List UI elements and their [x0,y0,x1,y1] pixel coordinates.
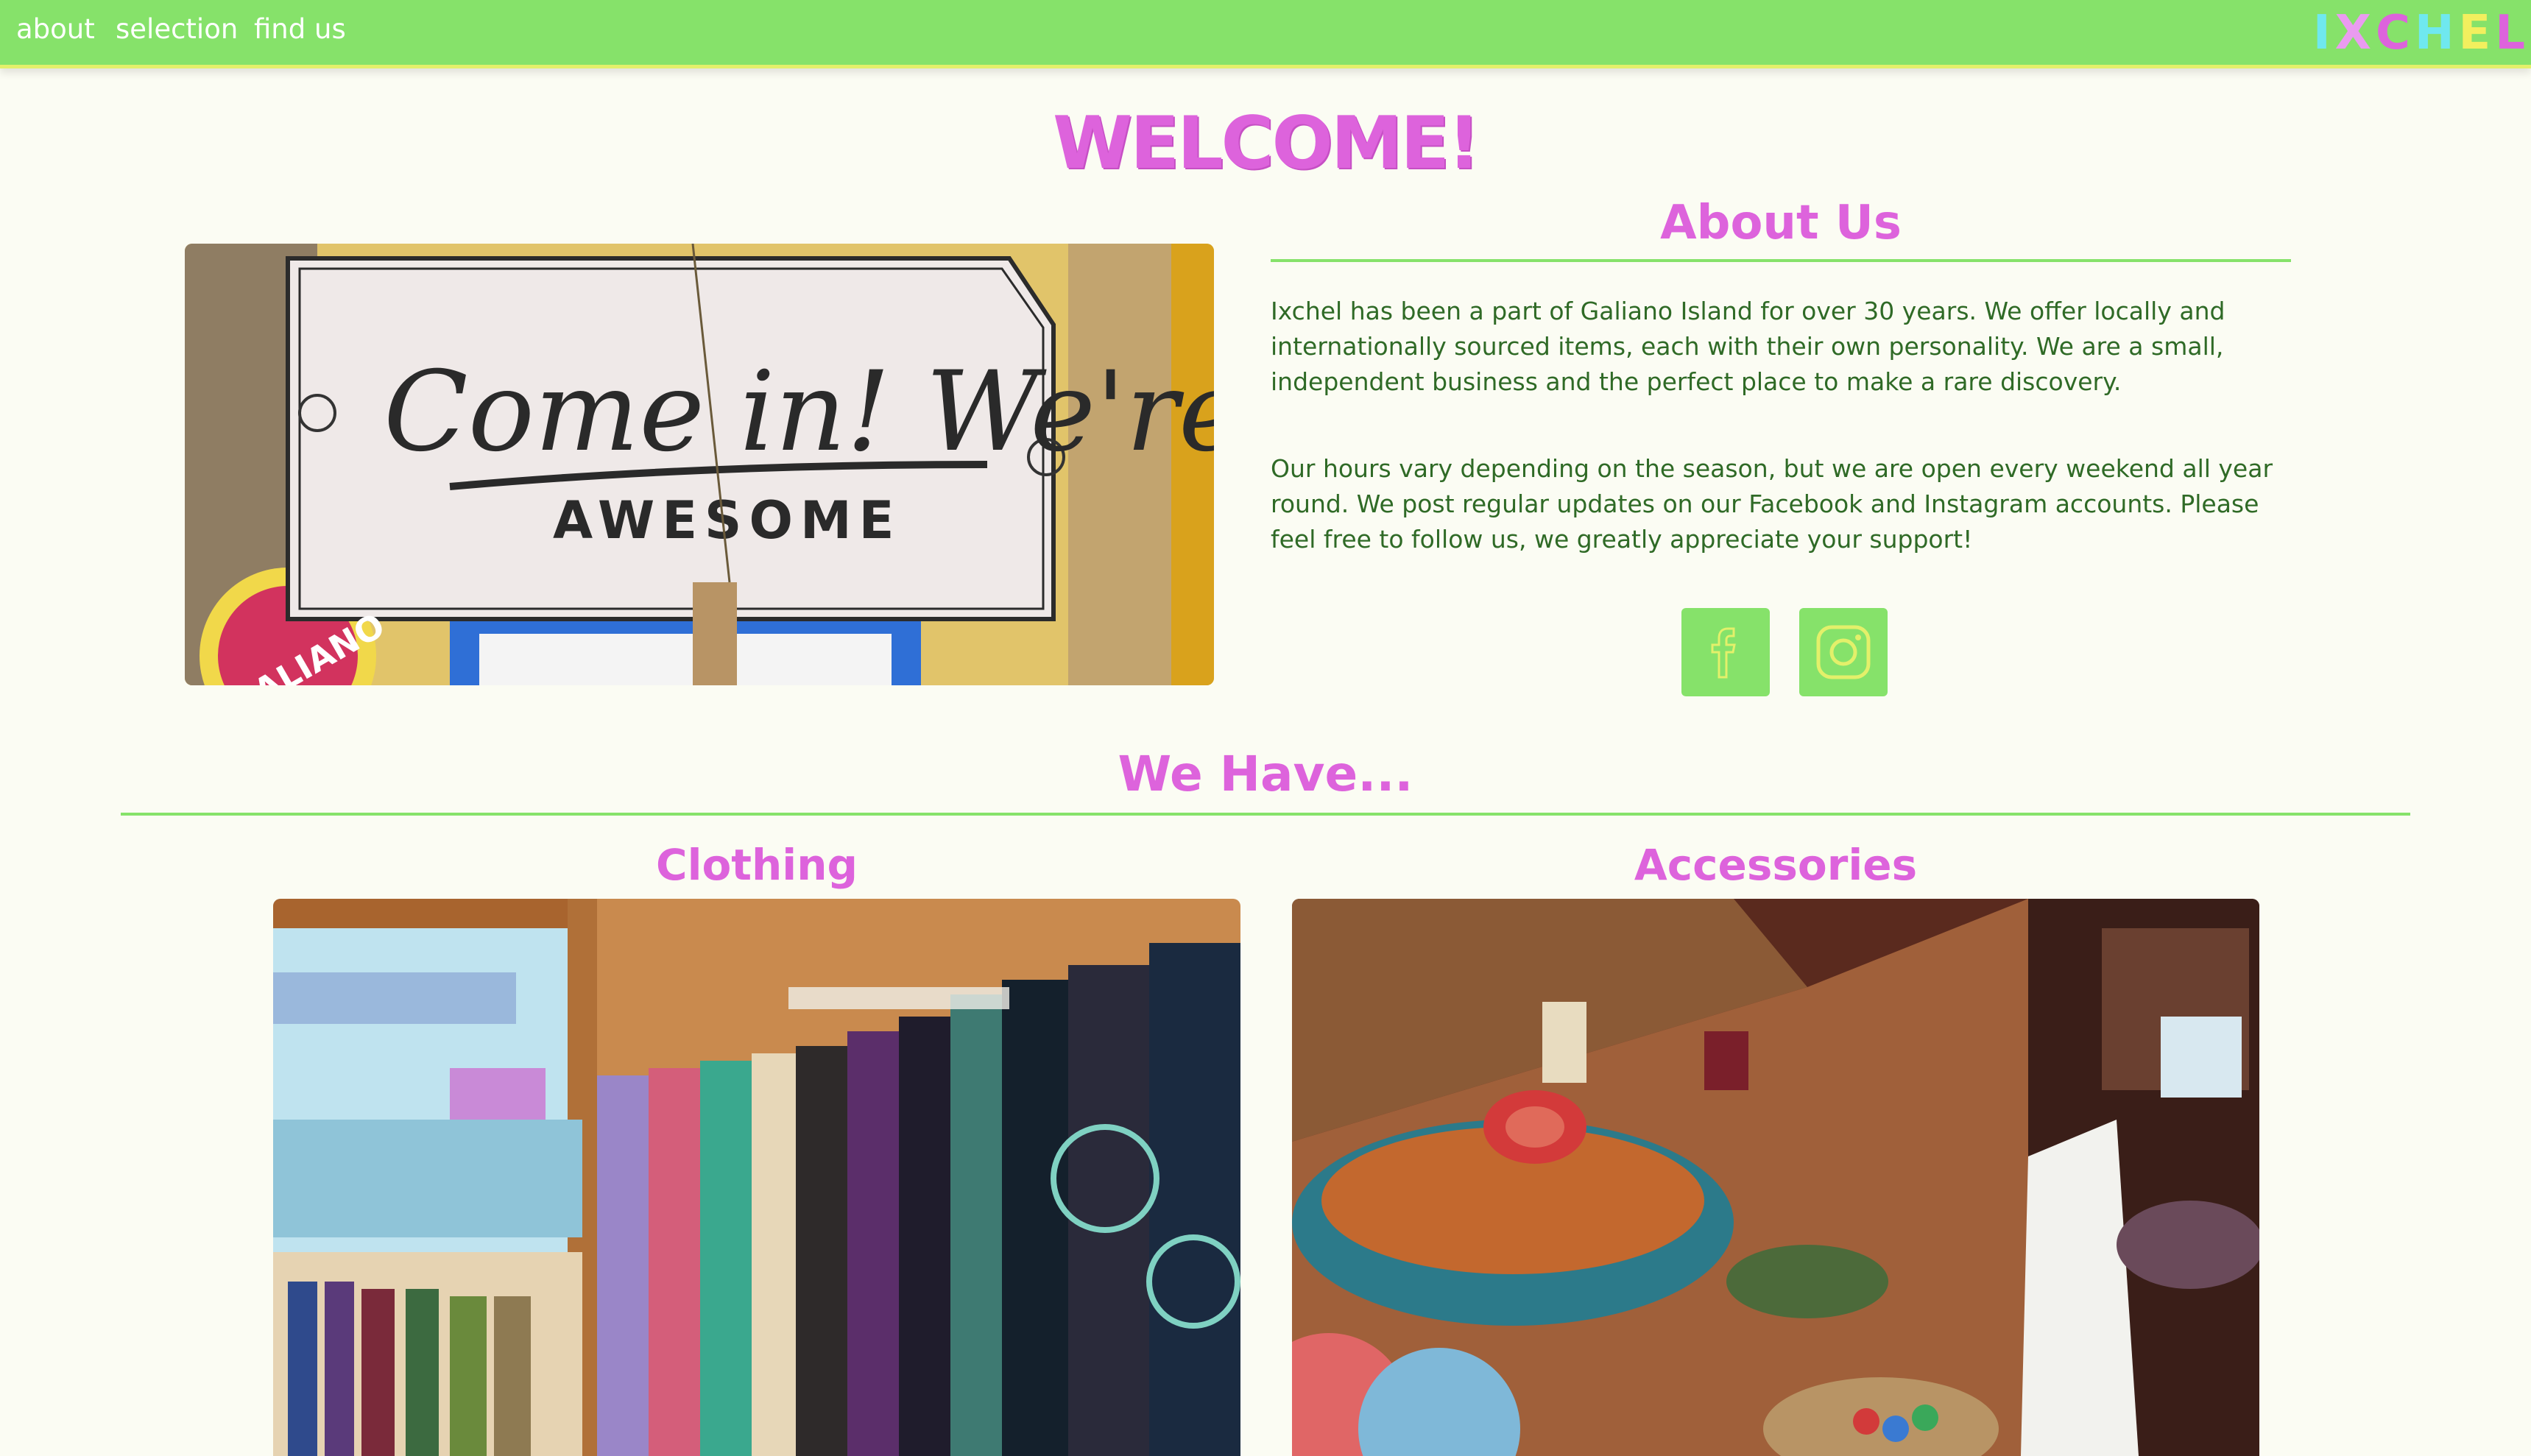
sign-photo: Come in! We're AWESOME GALIANO [185,244,1214,685]
facebook-button[interactable] [1681,608,1770,696]
logo[interactable]: I X C H E L [2313,7,2527,59]
logo-letter: C [2375,6,2412,60]
nav-link-about[interactable]: about [16,13,95,46]
logo-letter: L [2495,6,2527,60]
instagram-button[interactable] [1799,608,1888,696]
clothing-heading: Clothing [656,840,858,890]
facebook-icon [1711,627,1736,679]
accessories-heading: Accessories [1634,840,1918,890]
we-have-heading: We Have... [1118,746,1413,802]
nav-link-find-us[interactable]: find us [254,13,346,46]
welcome-heading: WELCOME! [1053,102,1480,185]
about-divider [1271,259,2291,262]
about-paragraph-1: Ixchel has been a part of Galiano Island… [1271,297,2225,396]
clothing-photo [273,899,1240,1456]
logo-letter: I [2312,6,2332,60]
top-nav: about selection find us I X C H E L [0,0,2531,68]
logo-letter: X [2334,6,2373,60]
sign-script-text: Come in! We're [384,348,1214,476]
instagram-icon [1816,625,1871,679]
logo-letter: E [2458,6,2493,60]
nav-link-selection[interactable]: selection [116,13,238,46]
about-us-heading: About Us [1660,196,1902,250]
sign-awesome-text: AWESOME [553,490,901,551]
logo-letter: H [2414,6,2456,60]
we-have-divider [121,813,2410,816]
accessories-photo [1292,899,2259,1456]
about-paragraph-2: Our hours vary depending on the season, … [1271,454,2273,554]
